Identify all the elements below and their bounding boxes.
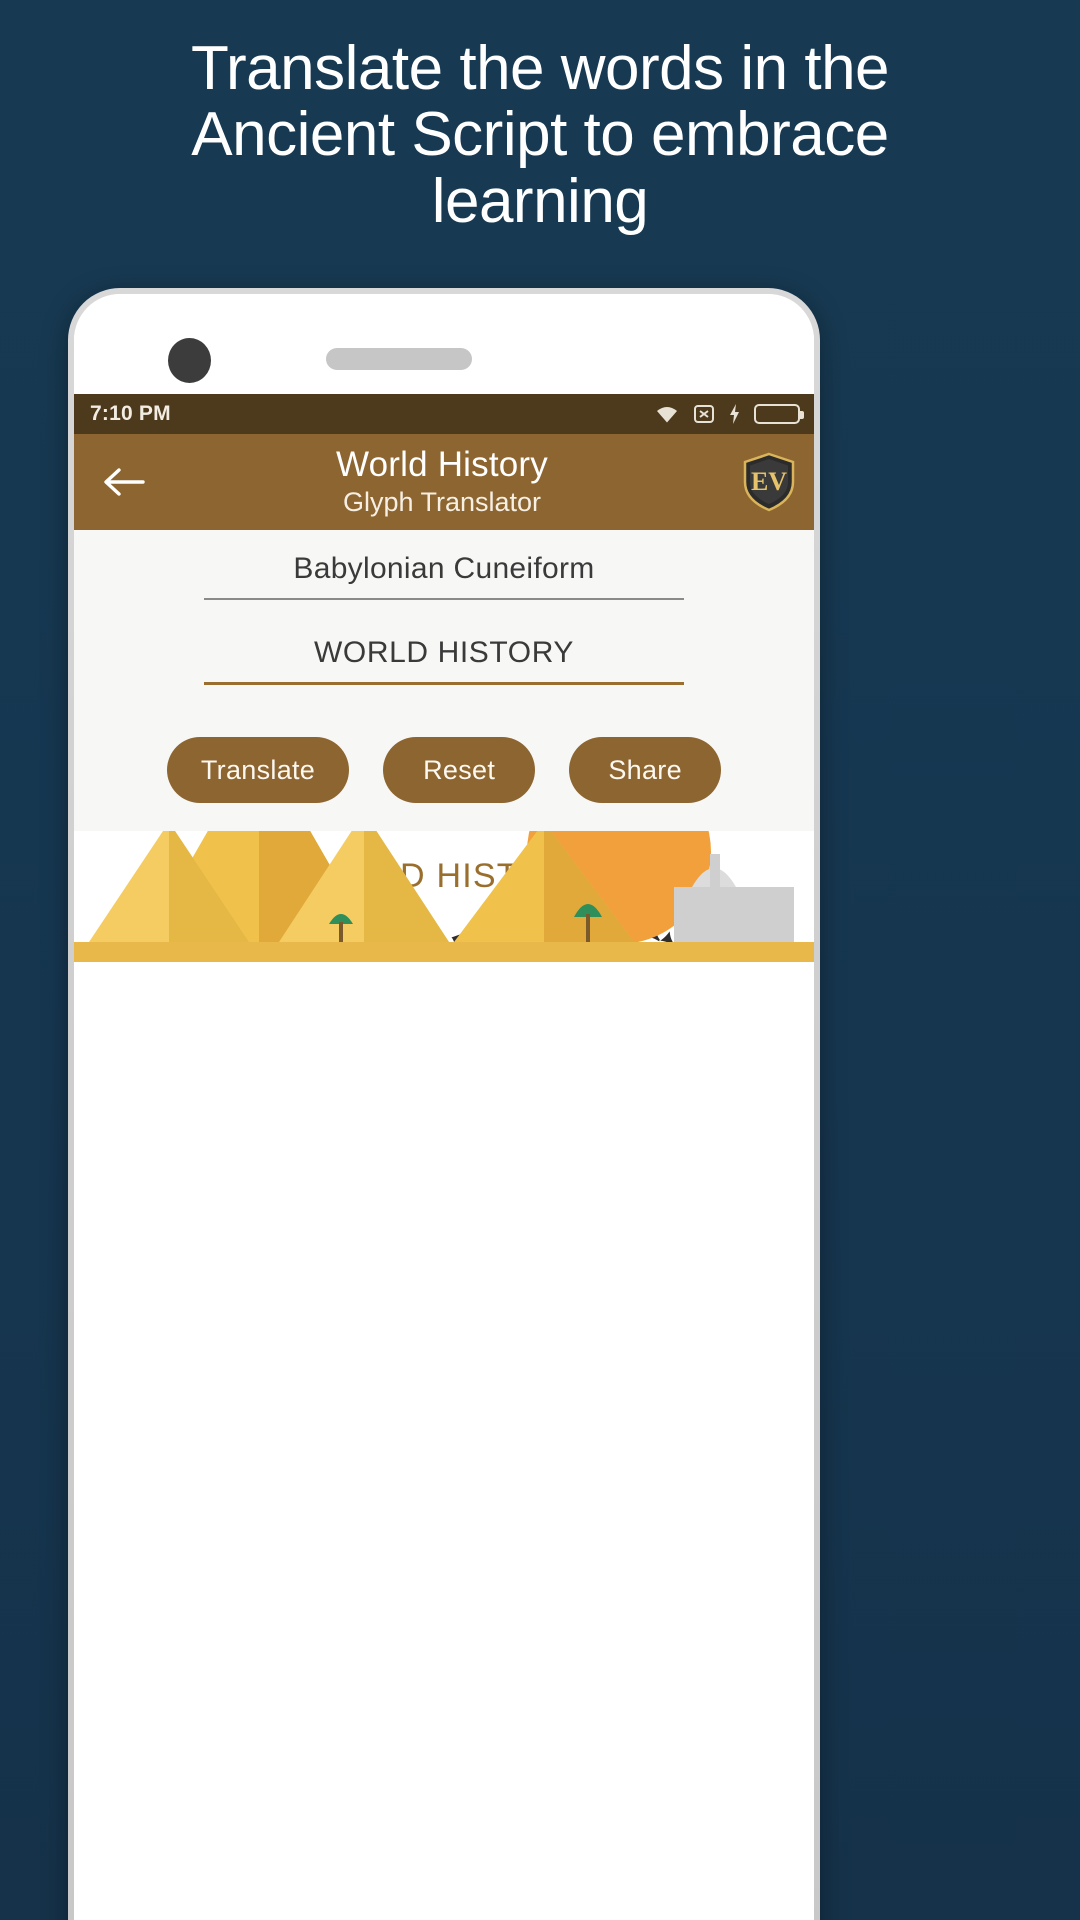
text-input-value: WORLD HISTORY bbox=[313, 636, 575, 669]
promo-screenshot: Translate the words in the Ancient Scrip… bbox=[0, 0, 1080, 1920]
translation-result: WORLD HISTORY 𒀭𒆳𒈪𒊏𒌋𒐼𒅗𒂗𒄑𒆳𒈠𒍝 bbox=[74, 831, 814, 962]
action-buttons: Translate Reset Share bbox=[74, 737, 814, 803]
language-select[interactable]: Babylonian Cuneiform bbox=[204, 552, 684, 610]
battery-icon bbox=[754, 404, 804, 424]
phone-screen: 7:10 PM World History Glyph Translator E… bbox=[74, 294, 814, 1920]
status-time: 7:10 PM bbox=[90, 402, 171, 425]
front-camera-icon bbox=[168, 338, 211, 383]
language-select-underline bbox=[204, 598, 684, 600]
translate-button[interactable]: Translate bbox=[166, 737, 350, 803]
text-input-field[interactable]: WORLD HISTORY bbox=[204, 636, 684, 693]
wifi-icon bbox=[657, 407, 677, 423]
pyramids-illustration bbox=[74, 831, 814, 962]
charging-bolt-icon bbox=[730, 404, 739, 424]
app-bar: World History Glyph Translator EV bbox=[74, 434, 814, 530]
share-button[interactable]: Share bbox=[569, 737, 722, 803]
no-sim-icon bbox=[694, 405, 714, 423]
svg-text:EV: EV bbox=[751, 467, 787, 496]
phone-bezel-top bbox=[74, 294, 814, 394]
phone-mockup: 7:10 PM World History Glyph Translator E… bbox=[68, 288, 820, 1920]
promo-headline: Translate the words in the Ancient Scrip… bbox=[190, 34, 890, 236]
reset-button[interactable]: Reset bbox=[383, 737, 536, 803]
text-input-underline bbox=[204, 682, 684, 685]
page-title: World History bbox=[336, 444, 548, 484]
page-subtitle: Glyph Translator bbox=[342, 486, 542, 517]
ev-shield-logo[interactable]: EV bbox=[742, 452, 796, 512]
status-bar: 7:10 PM bbox=[74, 394, 814, 434]
status-icons bbox=[654, 403, 804, 425]
app-bar-titles: World History Glyph Translator bbox=[142, 446, 742, 518]
earpiece-speaker bbox=[326, 348, 472, 370]
language-select-value: Babylonian Cuneiform bbox=[293, 552, 595, 585]
translator-form: Babylonian Cuneiform WORLD HISTORY Trans… bbox=[74, 530, 814, 831]
